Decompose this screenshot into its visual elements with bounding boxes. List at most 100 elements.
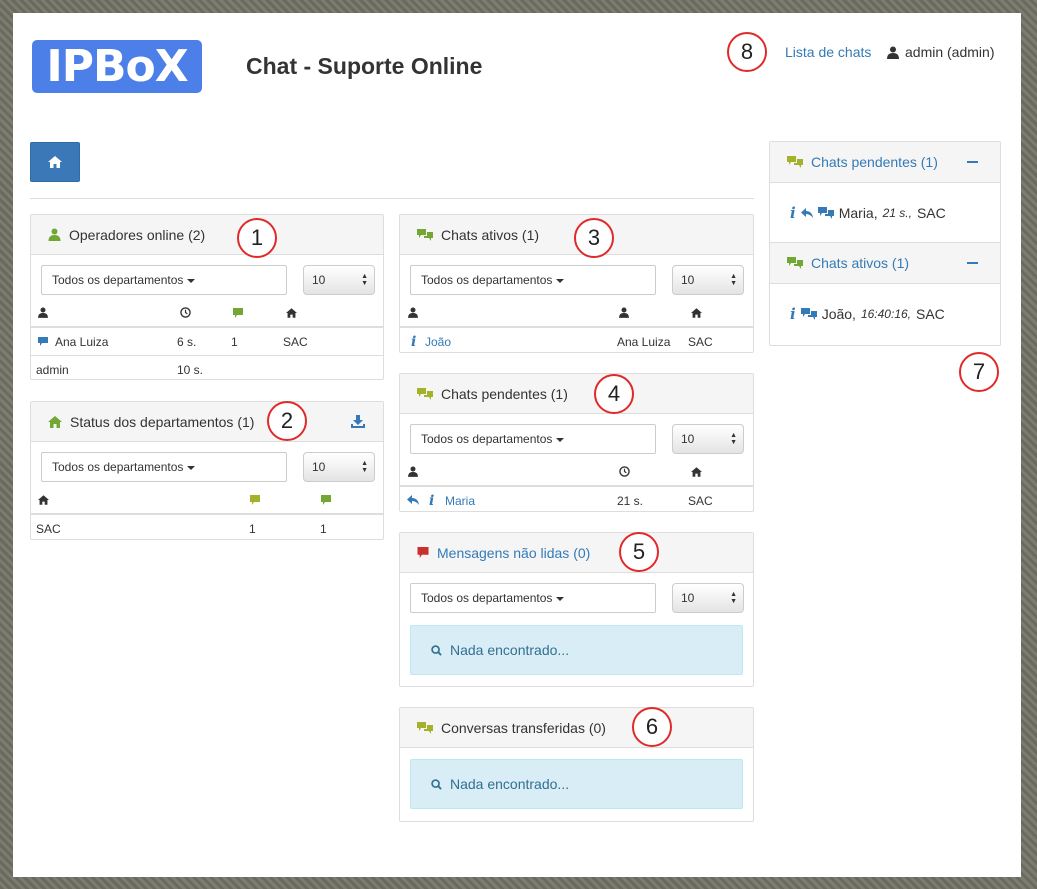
chat-dept: SAC: [688, 494, 713, 508]
updown-icon: ▲ ▼: [730, 273, 737, 287]
department-select-value: Todos os departamentos: [52, 273, 184, 287]
chats-green-icon: [787, 257, 803, 269]
chats-blue-icon: [817, 206, 834, 219]
info-icon[interactable]: i: [790, 204, 796, 222]
user-menu[interactable]: admin (admin): [887, 44, 994, 60]
home-col-icon: [691, 462, 702, 484]
chat-list-link[interactable]: Lista de chats: [785, 44, 871, 60]
callout-4: 4: [594, 374, 634, 414]
operator-name: Ana Luiza: [55, 335, 109, 349]
ipbox-logo[interactable]: IPBoX: [32, 40, 202, 93]
user-col-icon: [38, 303, 48, 325]
page-size-value: 10: [681, 273, 695, 287]
visitor-link[interactable]: Maria: [445, 487, 475, 515]
callout-6: 6: [632, 707, 672, 747]
department-select[interactable]: Todos os departamentos: [410, 265, 656, 295]
callout-8: 8: [727, 32, 767, 72]
sidebar-active-title[interactable]: Chats ativos (1): [811, 255, 909, 271]
info-icon[interactable]: i: [429, 487, 434, 515]
department-select-value: Todos os departamentos: [421, 591, 553, 605]
pending-chats-panel: Chats pendentes (1) Todos os departament…: [399, 373, 754, 512]
callout-2: 2: [267, 401, 307, 441]
sidebar-active-header[interactable]: Chats ativos (1): [770, 243, 1000, 284]
user-icon: [887, 46, 899, 59]
empty-message: Nada encontrado...: [410, 759, 743, 809]
online-operators-panel: Operadores online (2) Todos os departame…: [30, 214, 384, 380]
transferred-title: Conversas transferidas (0): [441, 719, 606, 736]
caret-down-icon: [556, 278, 565, 283]
pending-dept: SAC: [916, 204, 946, 221]
sidebar-pending-header[interactable]: Chats pendentes (1): [770, 142, 1000, 183]
dept-status-title: Status dos departamentos (1): [70, 413, 255, 430]
dept-status-panel: Status dos departamentos (1) Todos os de…: [30, 401, 384, 540]
department-select[interactable]: Todos os departamentos: [410, 583, 656, 613]
chat-olive-icon: [250, 490, 260, 512]
empty-text: Nada encontrado...: [450, 776, 570, 792]
chats-olive-icon: [787, 156, 803, 168]
pending-chats-header: Chats pendentes (1): [400, 374, 753, 414]
reply-icon[interactable]: [800, 207, 813, 218]
chat-green-icon: [233, 303, 243, 325]
unread-messages-panel: Mensagens não lidas (0) Todos os departa…: [399, 532, 754, 687]
table-row[interactable]: Ana Luiza 6 s. 1 SAC: [31, 328, 383, 356]
table-row[interactable]: admin 10 s.: [31, 356, 383, 384]
clock-icon: [180, 303, 191, 325]
table-header: [400, 462, 753, 487]
online-operators-header: Operadores online (2): [31, 215, 383, 255]
pending-time: 21 s.,: [882, 205, 912, 220]
sidebar-pending-title[interactable]: Chats pendentes (1): [811, 154, 938, 170]
clock-icon: [619, 462, 630, 484]
table-row[interactable]: SAC 1 1: [31, 515, 383, 543]
department-select[interactable]: Todos os departamentos: [41, 452, 287, 482]
dept-name: SAC: [36, 522, 61, 536]
operator-name: Ana Luiza: [617, 335, 671, 349]
chat-green-icon: [321, 490, 331, 512]
chats-green-icon: [417, 228, 433, 241]
table-row[interactable]: i Maria 21 s. SAC: [400, 487, 753, 515]
home-col-icon: [286, 303, 297, 325]
sidebar-pending-item[interactable]: i Maria, 21 s., SAC: [770, 183, 1000, 243]
active-dept: SAC: [916, 306, 945, 322]
page-size-select[interactable]: 10 ▲ ▼: [672, 424, 744, 454]
visitor-col-icon: [408, 303, 418, 325]
unread-messages-title[interactable]: Mensagens não lidas (0): [437, 545, 590, 561]
sidebar-active-item[interactable]: i João, 16:40:16, SAC: [770, 284, 1000, 344]
table-header: [31, 303, 383, 328]
operator-time: 10 s.: [177, 363, 204, 377]
table-row[interactable]: i João Ana Luiza SAC: [400, 328, 753, 356]
operator-time: 6 s.: [177, 335, 197, 349]
page-size-value: 10: [681, 432, 695, 446]
chats-olive-icon: [417, 721, 433, 734]
chats-olive-icon: [417, 387, 433, 400]
page-size-select[interactable]: 10 ▲ ▼: [303, 452, 375, 482]
home-button[interactable]: [30, 142, 80, 182]
table-header: [400, 303, 753, 328]
page-size-select[interactable]: 10 ▲ ▼: [672, 583, 744, 613]
updown-icon: ▲ ▼: [730, 591, 737, 605]
updown-icon: ▲ ▼: [730, 432, 737, 446]
page-size-select[interactable]: 10 ▲ ▼: [303, 265, 375, 295]
callout-5: 5: [619, 532, 659, 572]
collapse-icon[interactable]: [967, 161, 978, 163]
search-icon: [431, 644, 442, 656]
dept-count-b: 1: [320, 522, 327, 536]
transferred-panel: Conversas transferidas (0) Nada encontra…: [399, 707, 754, 822]
visitor-link[interactable]: João: [425, 328, 451, 356]
caret-down-icon: [187, 278, 196, 283]
caret-down-icon: [187, 465, 196, 470]
dept-count-a: 1: [249, 522, 256, 536]
operator-chats: 1: [231, 335, 238, 349]
operator-dept: SAC: [283, 335, 308, 349]
wait-time: 21 s.: [617, 494, 644, 508]
department-select[interactable]: Todos os departamentos: [41, 265, 287, 295]
download-icon[interactable]: [351, 415, 365, 428]
active-visitor-name: João,: [821, 306, 856, 322]
info-icon[interactable]: i: [790, 305, 796, 323]
collapse-icon[interactable]: [967, 262, 978, 264]
callout-1: 1: [237, 218, 277, 258]
reply-icon[interactable]: [407, 487, 419, 515]
user-green-icon: [48, 228, 61, 241]
page-size-select[interactable]: 10 ▲ ▼: [672, 265, 744, 295]
department-select[interactable]: Todos os departamentos: [410, 424, 656, 454]
info-icon[interactable]: i: [411, 328, 416, 356]
